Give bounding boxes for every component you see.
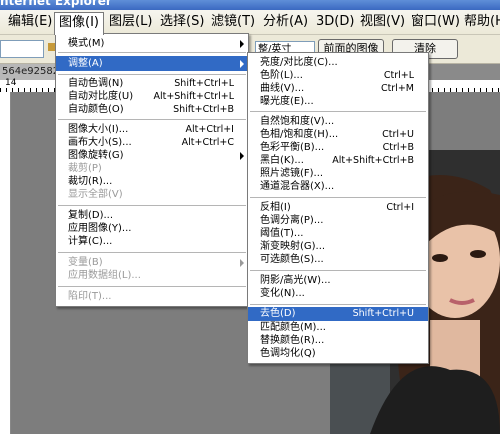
menu-bar: 编辑(E) 图像(I) 图层(L) 选择(S) 滤镜(T) 分析(A) 3D(D…	[0, 10, 500, 35]
menu-image[interactable]: 图像(I)	[54, 12, 104, 35]
menu-item-variations[interactable]: 变化(N)...	[248, 287, 428, 300]
menu-analysis[interactable]: 分析(A)	[259, 12, 312, 32]
menu-3d[interactable]: 3D(D)	[312, 12, 358, 32]
menu-select[interactable]: 选择(S)	[156, 12, 208, 32]
vertical-ruler	[0, 92, 11, 434]
menu-separator	[58, 74, 246, 75]
submenu-arrow-icon	[240, 60, 244, 68]
menu-item-hue-saturation[interactable]: 色相/饱和度(H)... Ctrl+U	[248, 128, 428, 141]
menu-item-duplicate[interactable]: 复制(D)...	[56, 209, 248, 222]
submenu-arrow-icon	[240, 152, 244, 160]
menu-item-adjust[interactable]: 调整(A)	[56, 56, 248, 71]
ruler-number: 14	[5, 78, 17, 88]
menu-item-trap: 陷印(T)...	[68, 291, 112, 302]
menu-item-posterize[interactable]: 色调分离(P)...	[248, 214, 428, 227]
menu-window[interactable]: 窗口(W)	[407, 12, 464, 32]
menu-separator	[58, 286, 246, 287]
menu-item-auto-contrast[interactable]: 自动对比度(U) Alt+Shift+Ctrl+L	[56, 90, 248, 103]
menu-separator	[58, 119, 246, 120]
menu-item-threshold[interactable]: 阈值(T)...	[248, 227, 428, 240]
menu-item-crop: 裁剪(P)	[68, 163, 102, 174]
menu-item-apply-image[interactable]: 应用图像(Y)...	[56, 222, 248, 235]
menu-item-levels[interactable]: 色阶(L)... Ctrl+L	[248, 69, 428, 82]
menu-item-equalize[interactable]: 色调均化(Q)	[248, 347, 428, 360]
menu-item-black-white[interactable]: 黑白(K)... Alt+Shift+Ctrl+B	[248, 154, 428, 167]
options-input[interactable]	[0, 40, 44, 58]
menu-item-desaturate[interactable]: 去色(D) Shift+Ctrl+U	[248, 307, 428, 321]
menu-item-reveal-all: 显示全部(V)	[68, 189, 123, 200]
menu-item-photo-filter[interactable]: 照片滤镜(F)...	[248, 167, 428, 180]
image-menu: 模式(M) 调整(A) 自动色调(N) Shift+Ctrl+L 自动对比度(U)…	[55, 33, 249, 307]
menu-item-shadows-highlights[interactable]: 阴影/高光(W)...	[248, 274, 428, 287]
submenu-arrow-icon	[240, 259, 244, 267]
menu-item-image-size[interactable]: 图像大小(I)... Alt+Ctrl+I	[56, 123, 248, 136]
menu-item-brightness-contrast[interactable]: 亮度/对比度(C)...	[248, 56, 428, 69]
menu-item-replace-color[interactable]: 替换颜色(R)...	[248, 334, 428, 347]
menu-item-variables: 变量(B)	[56, 256, 248, 269]
menu-item-channel-mixer[interactable]: 通道混合器(X)...	[248, 180, 428, 193]
adjust-submenu: 亮度/对比度(C)... 色阶(L)... Ctrl+L 曲线(V)... Ctrl…	[247, 52, 429, 364]
menu-separator	[58, 205, 246, 206]
menu-separator	[58, 52, 246, 53]
menu-item-invert[interactable]: 反相(I) Ctrl+I	[248, 201, 428, 214]
window-titlebar: nternet Explorer	[0, 0, 500, 10]
menu-item-color-balance[interactable]: 色彩平衡(B)... Ctrl+B	[248, 141, 428, 154]
menu-help[interactable]: 帮助(H)	[460, 12, 500, 32]
menu-layer[interactable]: 图层(L)	[105, 12, 156, 32]
menu-item-calculations[interactable]: 计算(C)...	[56, 235, 248, 248]
menu-item-auto-color[interactable]: 自动颜色(O) Shift+Ctrl+B	[56, 103, 248, 116]
menu-separator	[58, 252, 246, 253]
submenu-arrow-icon	[240, 40, 244, 48]
menu-separator	[250, 111, 426, 112]
menu-item-match-color[interactable]: 匹配颜色(M)...	[248, 321, 428, 334]
menu-item-vibrance[interactable]: 自然饱和度(V)...	[248, 115, 428, 128]
menu-item-gradient-map[interactable]: 渐变映射(G)...	[248, 240, 428, 253]
menu-item-exposure[interactable]: 曝光度(E)...	[248, 95, 428, 108]
window-title: nternet Explorer	[0, 0, 112, 8]
menu-filter[interactable]: 滤镜(T)	[207, 12, 259, 32]
menu-item-trim[interactable]: 裁切(R)...	[56, 175, 248, 188]
menu-item-canvas-size[interactable]: 画布大小(S)... Alt+Ctrl+C	[56, 136, 248, 149]
menu-item-selective-color[interactable]: 可选颜色(S)...	[248, 253, 428, 266]
menu-item-curves[interactable]: 曲线(V)... Ctrl+M	[248, 82, 428, 95]
menu-item-apply-data-set: 应用数据组(L)...	[68, 270, 141, 281]
menu-separator	[250, 197, 426, 198]
menu-separator	[250, 304, 426, 305]
menu-item-auto-tone[interactable]: 自动色调(N) Shift+Ctrl+L	[56, 77, 248, 90]
menu-item-mode[interactable]: 模式(M)	[56, 37, 248, 50]
menu-item-image-rotation[interactable]: 图像旋转(G)	[56, 149, 248, 162]
menu-view[interactable]: 视图(V)	[356, 12, 409, 32]
menu-edit[interactable]: 编辑(E)	[4, 12, 56, 32]
menu-separator	[250, 270, 426, 271]
